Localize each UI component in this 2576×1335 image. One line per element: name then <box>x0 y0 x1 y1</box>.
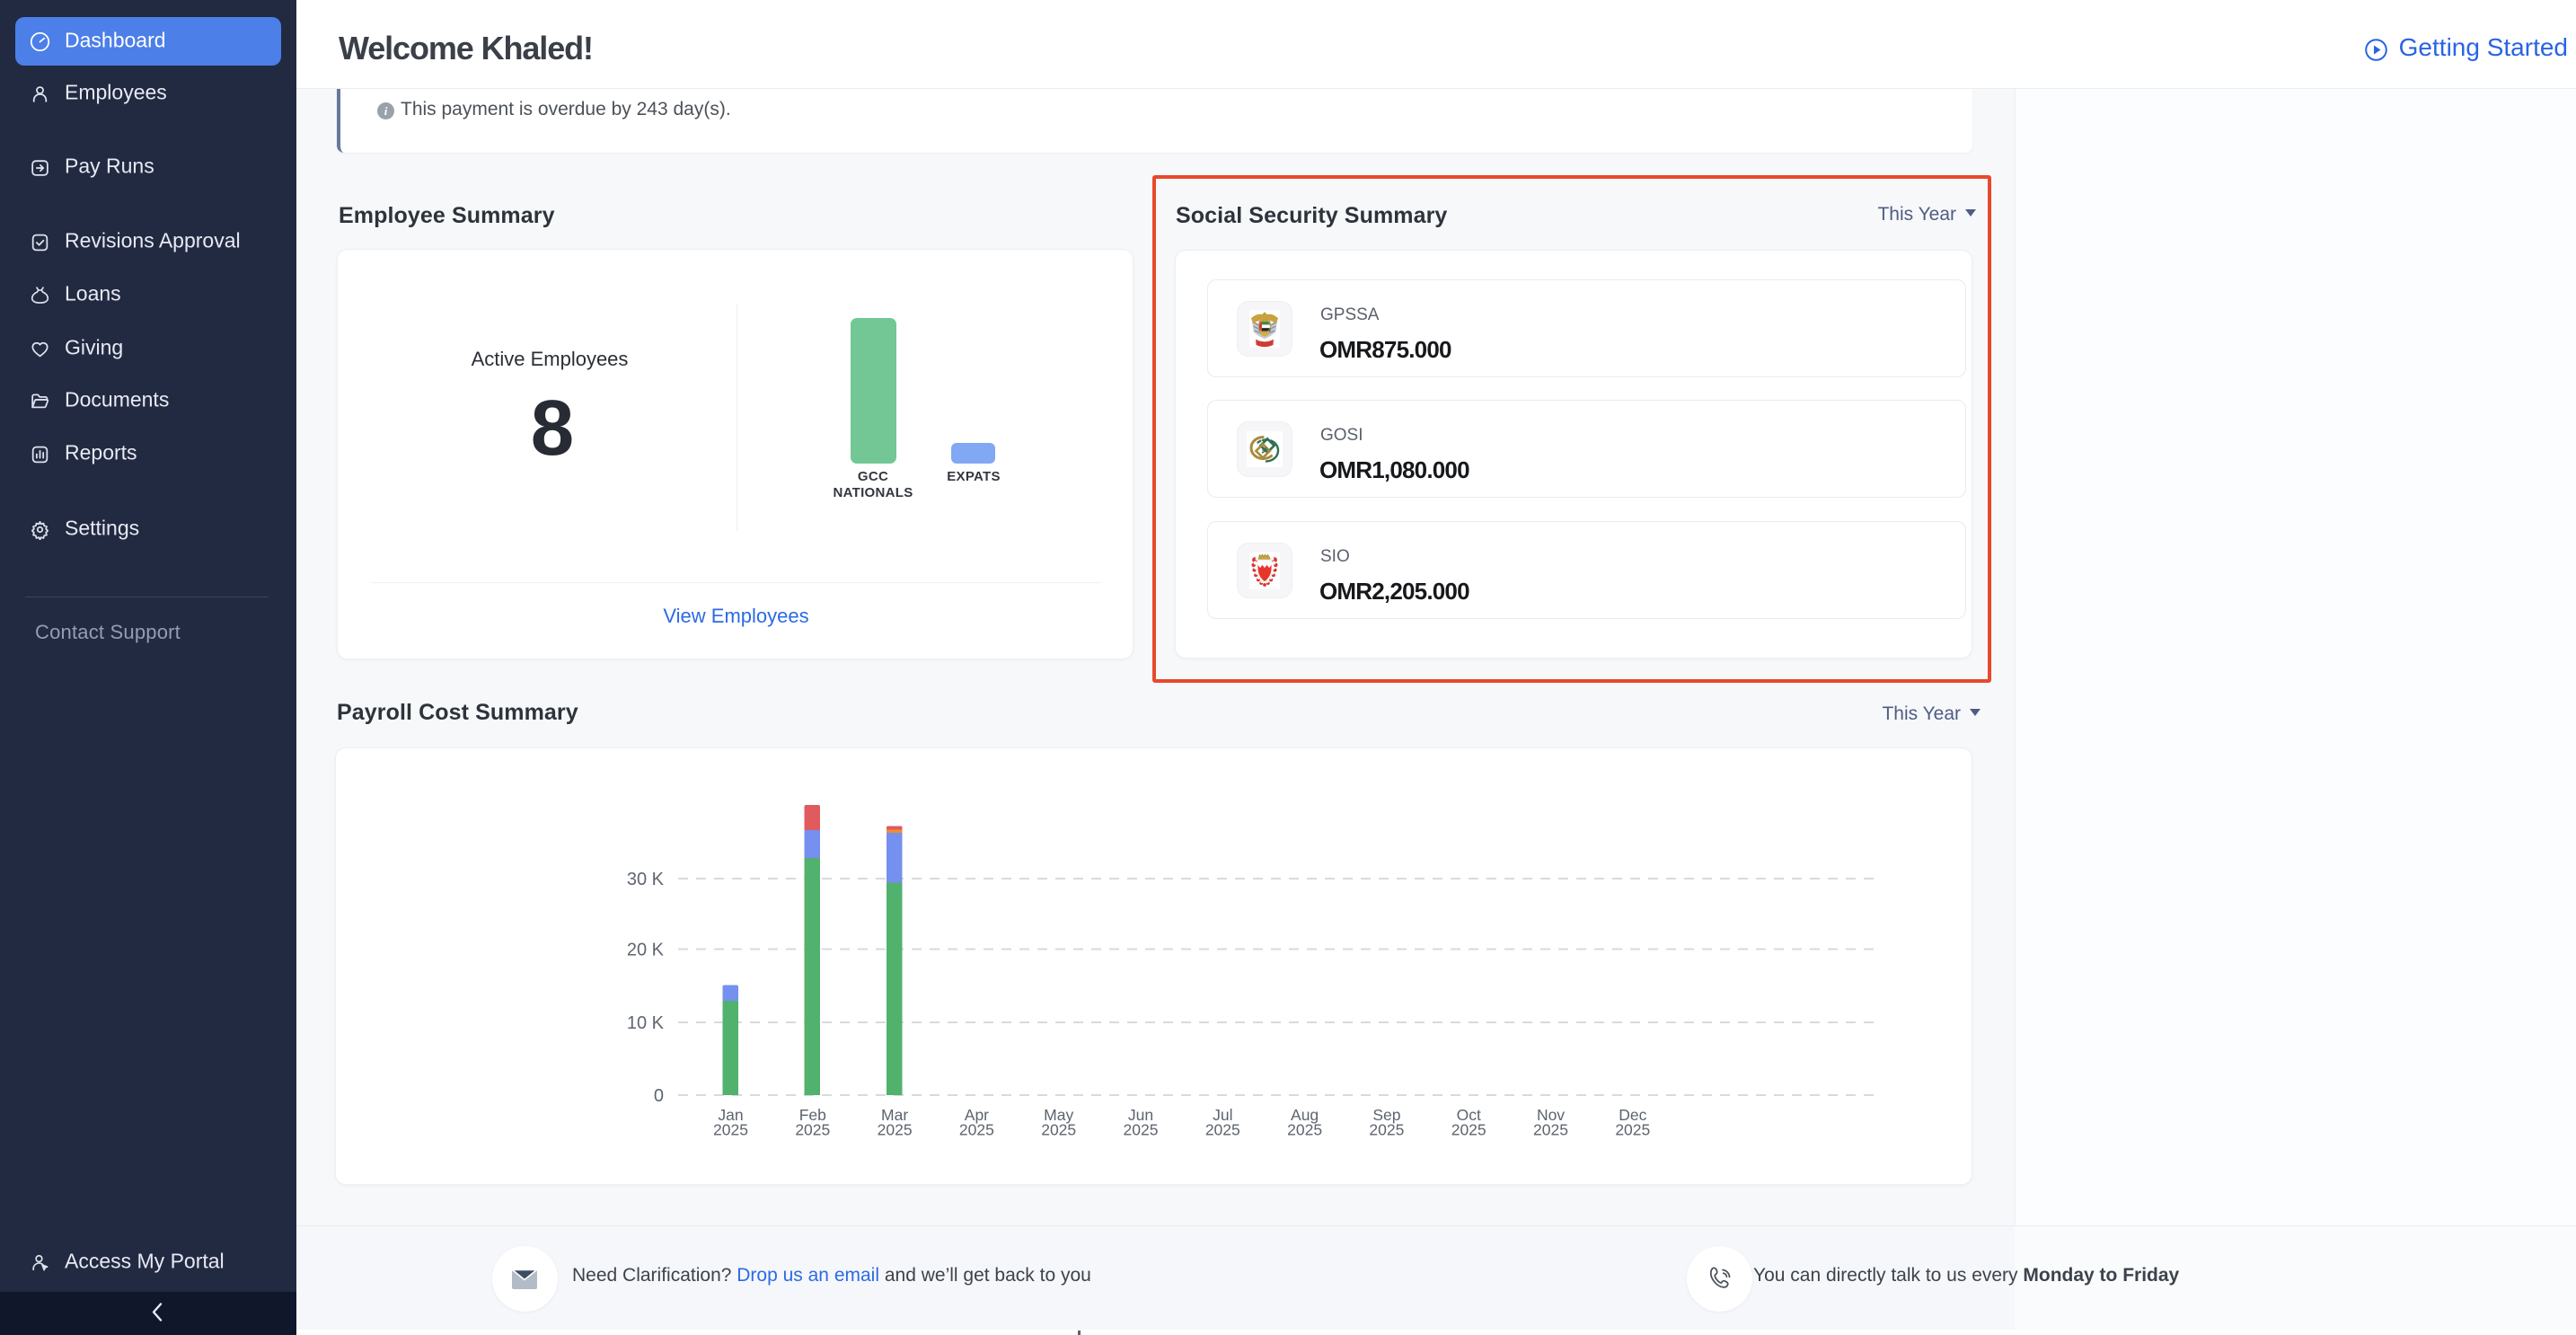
svg-text:2025: 2025 <box>1124 1121 1159 1139</box>
svg-text:2025: 2025 <box>959 1121 994 1139</box>
svg-text:2025: 2025 <box>1205 1121 1240 1139</box>
svg-text:20 K: 20 K <box>627 941 665 960</box>
svg-text:2025: 2025 <box>1287 1121 1322 1139</box>
svg-text:30 K: 30 K <box>627 870 665 889</box>
svg-text:2025: 2025 <box>878 1121 913 1139</box>
svg-text:2025: 2025 <box>795 1121 830 1139</box>
svg-text:2025: 2025 <box>1533 1121 1568 1139</box>
svg-text:2025: 2025 <box>713 1121 748 1139</box>
svg-text:2025: 2025 <box>1369 1121 1404 1139</box>
svg-text:10 K: 10 K <box>627 1013 665 1033</box>
svg-text:2025: 2025 <box>1451 1121 1486 1139</box>
svg-text:0: 0 <box>654 1086 664 1106</box>
svg-text:2025: 2025 <box>1041 1121 1076 1139</box>
svg-text:2025: 2025 <box>1615 1121 1650 1139</box>
